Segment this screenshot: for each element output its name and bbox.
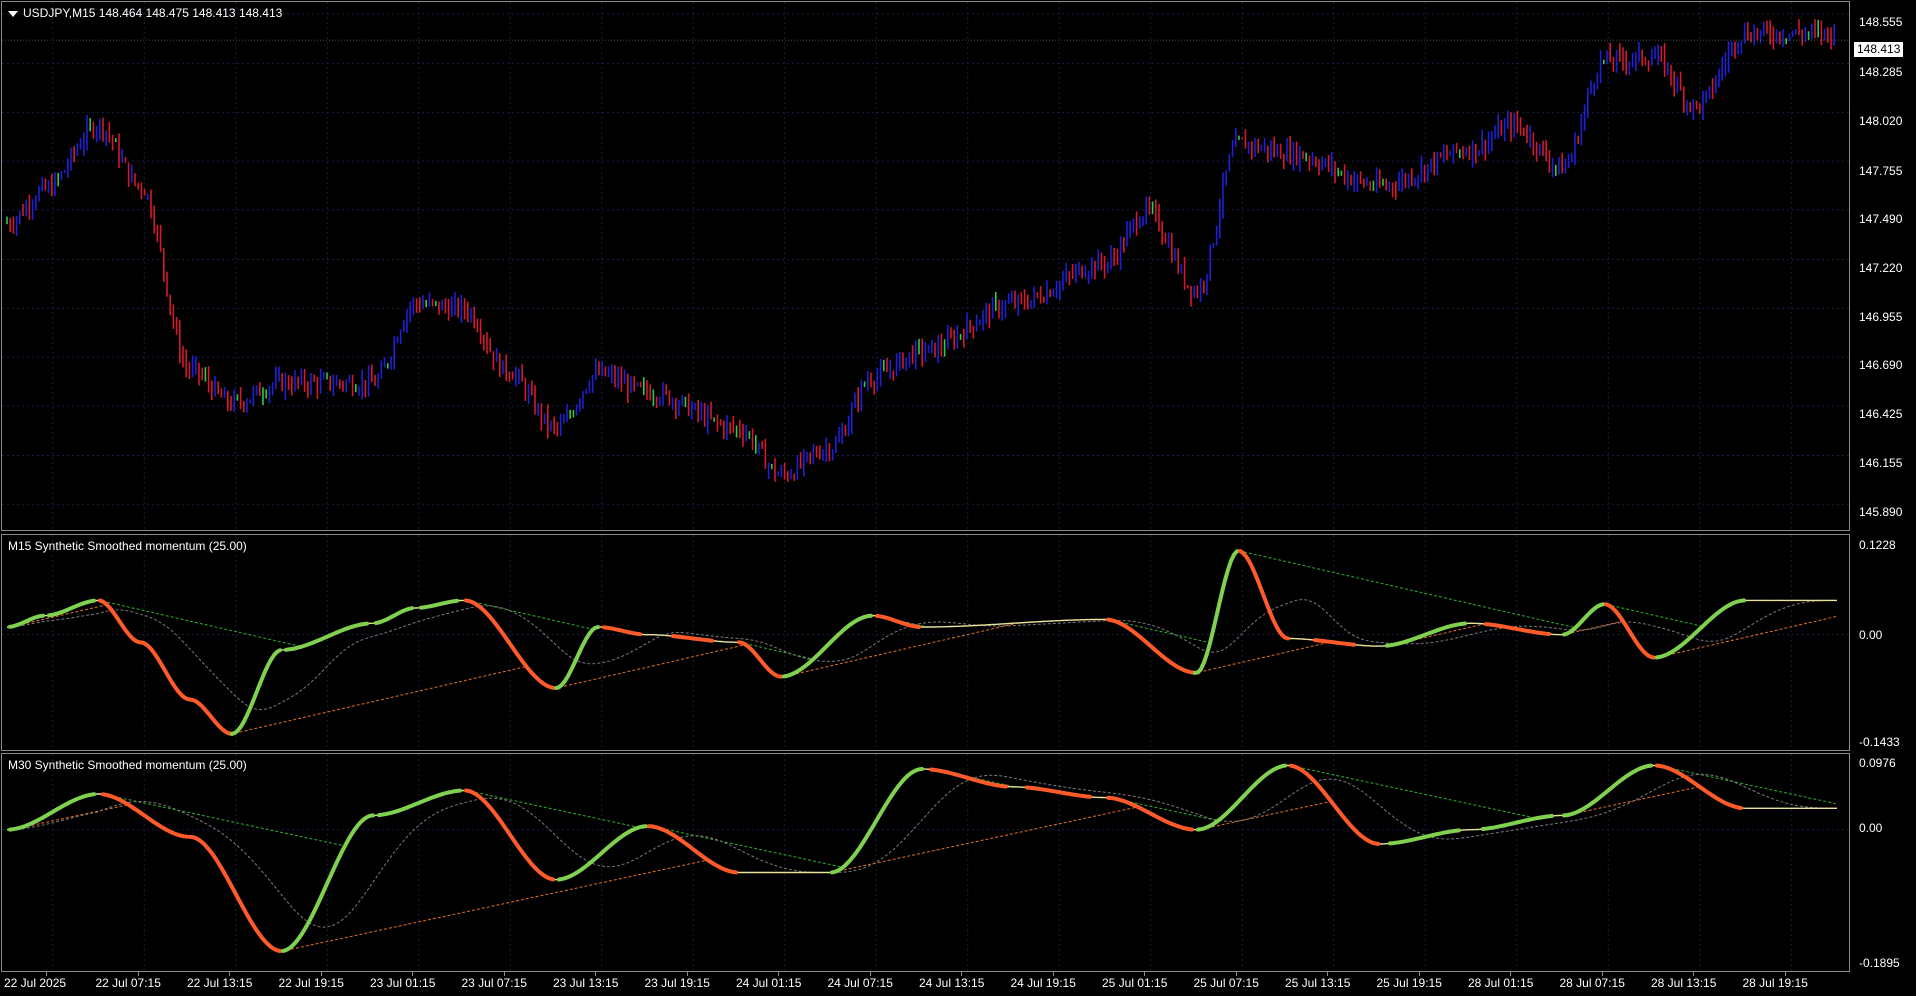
middle-band-line: [6, 599, 1837, 711]
time-axis-label: 22 Jul 13:15: [187, 976, 253, 990]
time-axis-label: 22 Jul 07:15: [95, 976, 161, 990]
time-axis-label: 23 Jul 01:15: [370, 976, 436, 990]
time-axis-label: 23 Jul 13:15: [553, 976, 619, 990]
momentum-down-segment: [1238, 549, 1290, 641]
time-axis-label: 23 Jul 19:15: [644, 976, 710, 990]
momentum-down-segment: [101, 792, 189, 839]
m15-momentum-canvas[interactable]: [2, 535, 1849, 750]
momentum-down-segment: [188, 834, 282, 953]
momentum-up-segment: [8, 792, 96, 832]
m15-momentum-axis[interactable]: 0.1228 0.00 -0.1433: [1851, 534, 1916, 751]
symbol-ohlc-label: USDJPY,M15 148.464 148.475 148.413 148.4…: [23, 6, 283, 20]
upper-band-line: [6, 550, 1837, 660]
momentum-up-segment: [284, 621, 369, 652]
momentum-line: [6, 764, 1837, 952]
time-axis-label: 24 Jul 19:15: [1010, 976, 1076, 990]
momentum-down-segment: [602, 625, 642, 637]
m30-momentum-pane[interactable]: M30 Synthetic Smoothed momentum (25.00): [1, 753, 1850, 972]
momentum-up-segment: [782, 613, 873, 679]
lower-band-line: [6, 604, 1838, 735]
time-axis-label: 24 Jul 07:15: [827, 976, 893, 990]
price-axis-label: 146.690: [1859, 358, 1903, 372]
momentum-up-segment: [374, 606, 414, 625]
price-axis-label: 147.490: [1859, 212, 1903, 226]
momentum-down-segment: [647, 824, 738, 875]
momentum-up-segment: [1388, 828, 1461, 846]
price-axis-label: 147.220: [1859, 261, 1903, 275]
momentum-down-segment: [1106, 617, 1197, 675]
momentum-up-segment: [830, 767, 924, 875]
price-chart-canvas[interactable]: [2, 2, 1849, 530]
price-axis[interactable]: 148.555 148.285 148.020 147.755 147.490 …: [1851, 1, 1916, 531]
price-axis-label: 146.425: [1859, 407, 1903, 421]
time-axis-label: 24 Jul 13:15: [919, 976, 985, 990]
momentum-down-segment: [1289, 763, 1380, 846]
time-axis-label: 22 Jul 19:15: [278, 976, 344, 990]
momentum-down-segment: [929, 767, 1008, 789]
momentum-down-segment: [1655, 763, 1743, 810]
momentum-down-segment: [1604, 602, 1656, 660]
price-axis-label: 146.955: [1859, 310, 1903, 324]
time-axis-label: 28 Jul 07:15: [1559, 976, 1625, 990]
time-axis-label: 22 Jul 2025: [4, 976, 67, 990]
m30-momentum-canvas[interactable]: [2, 754, 1849, 971]
middle-band-line: [6, 773, 1837, 928]
momentum-up-segment: [230, 648, 282, 736]
momentum-up-segment: [1481, 813, 1554, 831]
time-axis-label: 23 Jul 07:15: [461, 976, 527, 990]
momentum-up-segment: [554, 625, 600, 691]
price-axis-label: 146.155: [1859, 456, 1903, 470]
time-axis-label: 24 Jul 01:15: [736, 976, 802, 990]
chart-title: USDJPY,M15 148.464 148.475 148.413 148.4…: [8, 6, 282, 20]
m15-axis-label: 0.1228: [1859, 538, 1896, 552]
m30-axis-label: 0.0976: [1859, 756, 1896, 770]
momentum-down-segment: [1106, 795, 1194, 832]
momentum-down-segment: [671, 634, 714, 643]
m15-momentum-pane[interactable]: M15 Synthetic Smoothed momentum (25.00): [1, 534, 1850, 751]
m30-momentum-axis[interactable]: 0.0976 0.00 -0.1895: [1851, 753, 1916, 972]
current-price-tag: 148.413: [1854, 42, 1904, 57]
momentum-up-segment: [377, 788, 462, 818]
momentum-up-segment: [1655, 598, 1746, 660]
time-axis-label: 25 Jul 19:15: [1376, 976, 1442, 990]
momentum-down-segment: [98, 598, 234, 736]
momentum-down-segment: [464, 598, 555, 690]
m30-momentum-title: M30 Synthetic Smoothed momentum (25.00): [8, 758, 247, 772]
momentum-up-segment: [419, 598, 459, 610]
momentum-down-segment: [464, 788, 555, 882]
time-axis[interactable]: 22 Jul 2025 22 Jul 07:15 22 Jul 13:15 22 Ju…: [0, 972, 1916, 996]
price-chart-pane[interactable]: USDJPY,M15 148.464 148.475 148.413 148.4…: [1, 1, 1850, 531]
m15-axis-label: 0.00: [1859, 628, 1883, 642]
momentum-up-segment: [557, 824, 648, 882]
m15-axis-label: -0.1433: [1859, 735, 1900, 749]
price-axis-label: 147.755: [1859, 164, 1903, 178]
dropdown-triangle-icon[interactable]: [8, 10, 18, 17]
time-axis-label: 25 Jul 07:15: [1193, 976, 1259, 990]
momentum-up-segment: [8, 613, 45, 629]
time-axis-label: 28 Jul 13:15: [1651, 976, 1717, 990]
price-axis-label: 148.555: [1859, 15, 1903, 29]
price-axis-label: 145.890: [1859, 505, 1903, 519]
m30-axis-label: -0.1895: [1859, 956, 1900, 970]
momentum-line: [6, 550, 1837, 735]
lower-band-line: [6, 786, 1837, 952]
price-axis-label: 148.020: [1859, 114, 1903, 128]
time-axis-label: 28 Jul 01:15: [1468, 976, 1534, 990]
momentum-up-segment: [1562, 763, 1653, 818]
price-axis-label: 148.285: [1859, 65, 1903, 79]
m30-axis-label: 0.00: [1859, 821, 1883, 835]
momentum-down-segment: [875, 613, 921, 629]
time-axis-label: 28 Jul 19:15: [1742, 976, 1808, 990]
time-axis-label: 25 Jul 01:15: [1102, 976, 1168, 990]
momentum-up-segment: [1193, 549, 1239, 675]
time-axis-label: 25 Jul 13:15: [1285, 976, 1351, 990]
m15-momentum-title: M15 Synthetic Smoothed momentum (25.00): [8, 539, 247, 553]
